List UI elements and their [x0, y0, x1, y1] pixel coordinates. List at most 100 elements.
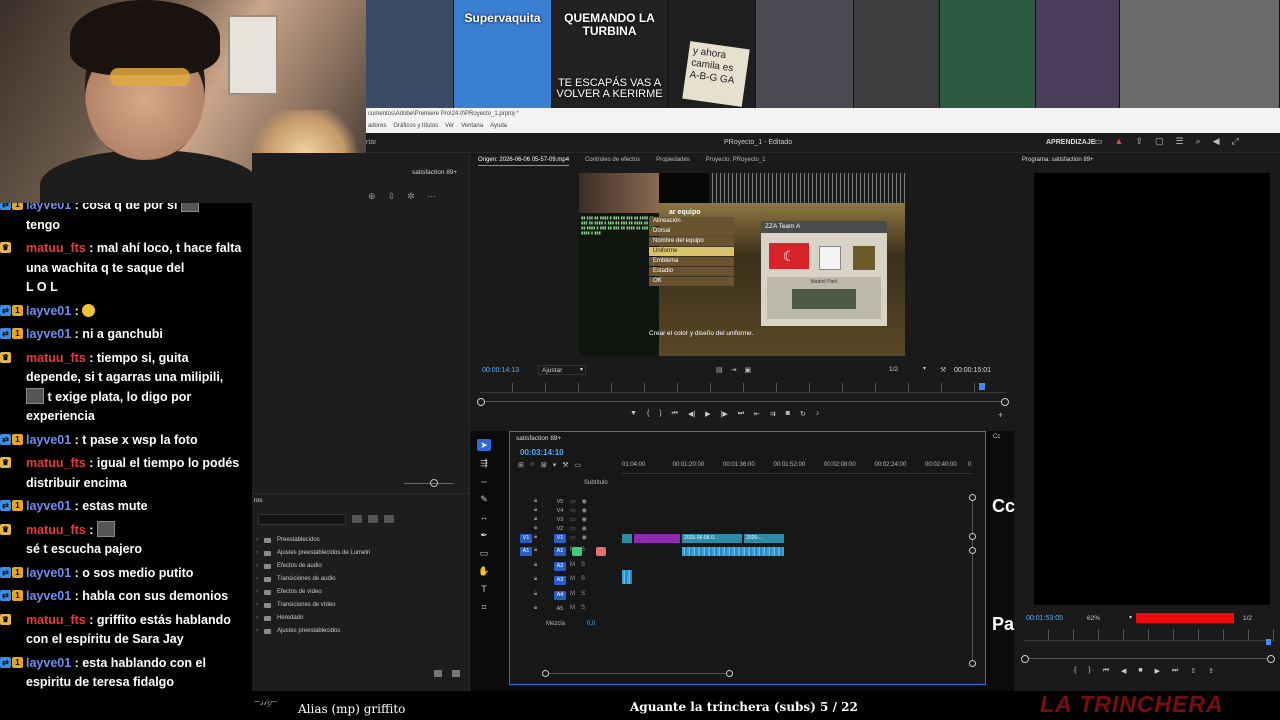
program-playhead[interactable]: [1266, 639, 1271, 645]
effects-folder[interactable]: › Transiciones de vídeo: [256, 599, 370, 612]
program-zoom-select[interactable]: 62%: [1084, 614, 1134, 624]
timeline-horizontal-scrollbar[interactable]: [544, 673, 730, 674]
chat-username[interactable]: matuu_fts: [26, 613, 86, 627]
overwrite-icon[interactable]: ⇉: [770, 410, 776, 418]
track-label[interactable]: A3: [554, 576, 566, 585]
audio-icon[interactable]: ♪: [816, 410, 820, 418]
lock-icon[interactable]: 🔒︎: [534, 525, 537, 532]
track-label[interactable]: A4: [554, 590, 566, 600]
stream-thumbnail[interactable]: [366, 0, 454, 108]
lock-icon[interactable]: 🔒︎: [534, 591, 537, 598]
mute-solo-icons[interactable]: MS: [570, 605, 591, 611]
timeline-cc-label[interactable]: Cc: [993, 434, 1000, 440]
vscroll-knob-bottom[interactable]: [969, 660, 976, 667]
zoom-slider-knob[interactable]: [430, 479, 438, 487]
effects-folder[interactable]: › Ajustes preestablecidos: [256, 625, 370, 638]
step-forward-icon[interactable]: ▶: [1155, 667, 1160, 675]
menu-item[interactable]: adores: [368, 123, 386, 129]
source-tab[interactable]: Proyecto: PRoyecto_1: [706, 157, 766, 166]
stream-thumbnail[interactable]: [940, 0, 1036, 108]
mute-solo-icons[interactable]: MS: [570, 562, 591, 568]
chevron-right-icon[interactable]: ›: [256, 612, 258, 625]
program-ruler[interactable]: [1024, 629, 1274, 641]
source-zoom-scrollbar[interactable]: [477, 398, 1009, 406]
lock-icon[interactable]: 🔒︎: [534, 498, 537, 505]
source-ruler[interactable]: [480, 383, 1006, 393]
drag-video-icon[interactable]: ⇥: [731, 366, 737, 374]
insert-icon[interactable]: ▤: [716, 366, 723, 374]
learning-tab[interactable]: APRENDIZAJE: [1046, 139, 1095, 146]
lock-icon[interactable]: 🔒︎: [534, 562, 537, 569]
chat-username[interactable]: layve01: [26, 566, 71, 580]
go-to-out-icon[interactable]: ⏭: [738, 410, 744, 418]
hscroll-knob-right[interactable]: [726, 670, 733, 677]
track-toggle-icons[interactable]: ▭◉: [570, 516, 593, 523]
add-marker-icon[interactable]: ▾: [553, 461, 557, 469]
lift-icon[interactable]: ⇧: [1190, 667, 1196, 675]
camera-icon[interactable]: ◙: [786, 410, 790, 418]
source-patch-v1[interactable]: V1: [520, 534, 532, 543]
chat-username[interactable]: matuu_fts: [26, 456, 86, 470]
search-icon[interactable]: ⌕: [1196, 136, 1201, 147]
effects-folder[interactable]: › Preestablecidos: [256, 534, 370, 547]
chevron-right-icon[interactable]: ›: [256, 586, 258, 599]
chat-username[interactable]: layve01: [26, 589, 71, 603]
chat-username[interactable]: layve01: [26, 203, 71, 212]
chat-username[interactable]: layve01: [26, 656, 71, 670]
mark-out-icon[interactable]: }: [659, 410, 661, 418]
mark-in-icon[interactable]: {: [647, 410, 649, 418]
chat-username[interactable]: layve01: [26, 304, 71, 318]
project-tab[interactable]: satisfaction 89+: [412, 169, 457, 176]
program-tab[interactable]: Programa: satisfaction 89+: [1022, 157, 1094, 163]
settings-icon[interactable]: ✲: [407, 191, 415, 202]
menu-item[interactable]: Ver: [445, 123, 454, 129]
vscroll-knob-mid-2[interactable]: [969, 547, 976, 554]
play-icon[interactable]: ▶: [705, 410, 710, 418]
stream-thumbnail[interactable]: [854, 0, 940, 108]
program-resolution-select[interactable]: 1/2: [1240, 614, 1278, 624]
effects-folder[interactable]: › Efectos de audio: [256, 560, 370, 573]
audio-clip[interactable]: [622, 570, 632, 584]
audio-clip[interactable]: [682, 547, 784, 556]
video-clip[interactable]: 2026-06-06 0...: [682, 534, 742, 543]
yuv-icon[interactable]: [384, 515, 394, 523]
slip-icon[interactable]: ↔: [477, 511, 491, 523]
fullscreen-icon[interactable]: ▢: [1155, 136, 1164, 147]
go-to-in-icon[interactable]: ⏮: [1103, 667, 1109, 675]
nest-icon[interactable]: ⊞: [518, 461, 524, 469]
expand-icon[interactable]: ⤢: [1232, 136, 1239, 147]
chat-username[interactable]: layve01: [26, 499, 71, 513]
vscroll-knob-mid-1[interactable]: [969, 533, 976, 540]
menu-item[interactable]: Ayuda: [490, 123, 507, 129]
chevron-right-icon[interactable]: ›: [256, 560, 258, 573]
video-clip[interactable]: [634, 534, 680, 543]
timeline-vertical-scrollbar[interactable]: [972, 496, 973, 664]
hand-icon[interactable]: ✋: [477, 565, 491, 577]
32bit-icon[interactable]: [368, 515, 378, 523]
speaker-icon[interactable]: ◀: [1213, 136, 1220, 147]
track-label[interactable]: V5: [554, 498, 566, 507]
rectangle-icon[interactable]: ▭: [477, 547, 491, 559]
panel-icon[interactable]: ▭: [1094, 136, 1103, 147]
effects-folder[interactable]: › Transiciones de audio: [256, 573, 370, 586]
vscroll-knob-top[interactable]: [969, 494, 976, 501]
go-to-out-icon[interactable]: ⏭: [1172, 667, 1178, 675]
timeline-ruler[interactable]: 01:04:00 00:01:20:00 00:01:36:00 00:01:52:0…: [622, 458, 972, 474]
effects-folder[interactable]: › Ajustes preestablecidos de Lumetri: [256, 547, 370, 560]
track-label[interactable]: V3: [554, 516, 566, 525]
menu-item[interactable]: Ventana: [461, 123, 483, 129]
selection-tool-icon[interactable]: ➤: [477, 439, 491, 451]
new-bin-icon[interactable]: [434, 670, 442, 677]
hscroll-knob-left[interactable]: [542, 670, 549, 677]
zoom-slider[interactable]: [404, 483, 454, 484]
wrench-icon[interactable]: ⚒: [940, 366, 946, 374]
track-label[interactable]: V1: [554, 534, 566, 543]
program-zoom-scrollbar[interactable]: [1021, 655, 1275, 663]
timeline-tab[interactable]: satisfaction 89+: [516, 435, 561, 442]
stream-thumbnail[interactable]: QUEMANDO LA TURBINA TE ESCAPÁS VAS A VOLV…: [552, 0, 668, 108]
loop-icon[interactable]: ↻: [800, 410, 806, 418]
alert-icon[interactable]: ▲: [1115, 136, 1124, 147]
chat-username[interactable]: matuu_fts: [26, 523, 86, 537]
track-label[interactable]: A5: [554, 605, 566, 614]
more-icon[interactable]: ⋯: [427, 191, 436, 202]
